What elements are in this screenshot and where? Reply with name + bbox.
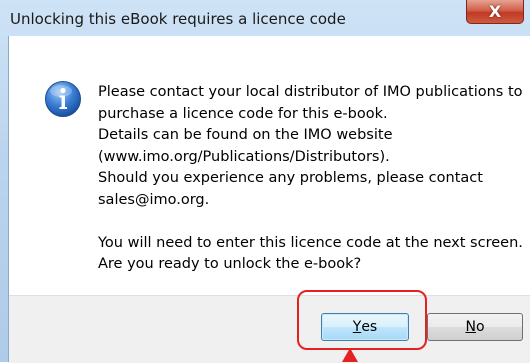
close-button[interactable]: X (466, 0, 524, 24)
message-line: Please contact your local distributor of… (98, 84, 523, 100)
message-line: Are you ready to unlock the e-book? (98, 256, 362, 272)
message-text: Please contact your local distributor of… (98, 82, 523, 276)
button-bar: Yes No (9, 295, 530, 363)
no-label-rest: o (475, 319, 485, 335)
close-icon: X (488, 2, 502, 21)
annotation-arrow-icon (342, 348, 358, 362)
dialog-window: Unlocking this eBook requires a licence … (0, 0, 530, 363)
message-line: sales@imo.org. (98, 191, 210, 208)
message-line: Details can be found on the IMO website (98, 127, 393, 143)
message-line: Should you experience any problems, plea… (98, 170, 483, 186)
no-button[interactable]: No (427, 313, 523, 341)
info-icon (45, 81, 81, 117)
no-mnemonic: N (465, 319, 476, 335)
message-line: You will need to enter this licence code… (98, 234, 523, 251)
message-line: purchase a licence code for this e-book. (98, 105, 388, 122)
dialog-body: Please contact your local distributor of… (8, 36, 530, 363)
message-line: (www.imo.org/Publications/Distributors). (98, 148, 390, 165)
title-bar[interactable]: Unlocking this eBook requires a licence … (0, 0, 530, 36)
window-title: Unlocking this eBook requires a licence … (10, 10, 346, 28)
highlight-annotation (297, 290, 427, 350)
